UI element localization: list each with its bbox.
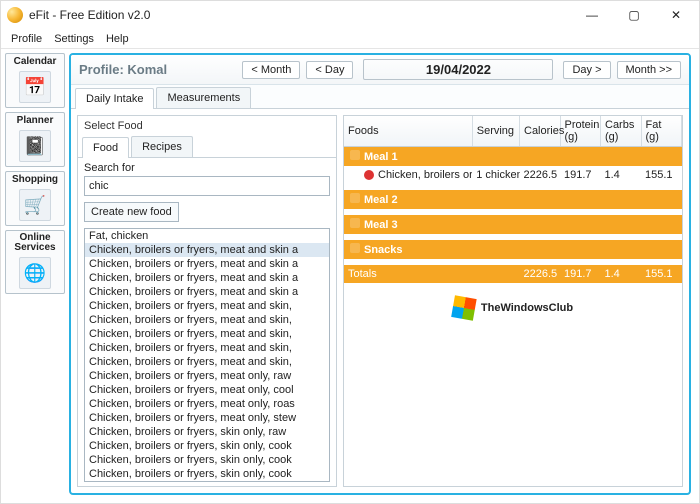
- calendar-icon: 📅: [19, 71, 51, 103]
- food-row[interactable]: Chicken, broilers or fryers, meat1 chick…: [344, 166, 682, 184]
- meal-row[interactable]: Meal 2: [344, 190, 682, 209]
- windows-logo-icon: [451, 296, 476, 321]
- food-result-item[interactable]: Chicken, broilers or fryers, meat only, …: [85, 411, 329, 425]
- column-header[interactable]: Calories: [520, 116, 561, 147]
- sidebar-item-label: Online Services: [8, 233, 62, 253]
- watermark: TheWindowsClub: [453, 297, 573, 319]
- globe-icon: 🌐: [19, 257, 51, 289]
- prev-day-button[interactable]: < Day: [306, 61, 353, 79]
- intake-table: FoodsServingCaloriesProtein (g)Carbs (g)…: [344, 116, 682, 283]
- titlebar: eFit - Free Edition v2.0 — ▢ ✕: [1, 1, 699, 29]
- food-result-item[interactable]: Chicken, broilers or fryers, meat and sk…: [85, 285, 329, 299]
- food-result-item[interactable]: Chicken, broilers or fryers, meat and sk…: [85, 313, 329, 327]
- profile-name: Profile: Komal: [79, 62, 167, 77]
- food-result-item[interactable]: Chicken, broilers or fryers, skin only, …: [85, 425, 329, 439]
- watermark-text: TheWindowsClub: [481, 302, 573, 314]
- food-result-item[interactable]: Chicken, broilers or fryers, meat and sk…: [85, 327, 329, 341]
- subtab-recipes[interactable]: Recipes: [131, 136, 193, 157]
- food-result-item[interactable]: Chicken, broilers or fryers, meat and sk…: [85, 243, 329, 257]
- menubar: Profile Settings Help: [1, 29, 699, 49]
- meal-row[interactable]: Meal 1: [344, 147, 682, 167]
- food-search-panel: Select Food Food Recipes Search for Crea…: [77, 115, 337, 487]
- food-result-item[interactable]: Chicken, broilers or fryers, meat and sk…: [85, 257, 329, 271]
- food-result-item[interactable]: Chicken, broilers or fryers, skin only, …: [85, 481, 329, 482]
- food-result-item[interactable]: Chicken, broilers or fryers, meat and sk…: [85, 355, 329, 369]
- food-result-item[interactable]: Chicken, broilers or fryers, skin only, …: [85, 467, 329, 481]
- food-result-item[interactable]: Chicken, broilers or fryers, meat and sk…: [85, 341, 329, 355]
- column-header[interactable]: Foods: [344, 116, 472, 147]
- window-title: eFit - Free Edition v2.0: [29, 8, 571, 22]
- column-header[interactable]: Carbs (g): [601, 116, 642, 147]
- next-month-button[interactable]: Month >>: [617, 61, 681, 79]
- select-food-label: Select Food: [78, 116, 336, 136]
- search-input[interactable]: [84, 176, 330, 196]
- sidebar-item-shopping[interactable]: Shopping 🛒: [5, 171, 65, 226]
- menu-settings[interactable]: Settings: [54, 33, 94, 45]
- sidebar-item-label: Calendar: [8, 56, 62, 67]
- app-icon: [7, 7, 23, 23]
- sidebar-item-label: Planner: [8, 115, 62, 126]
- food-result-item[interactable]: Chicken, broilers or fryers, skin only, …: [85, 453, 329, 467]
- meal-row[interactable]: Snacks: [344, 240, 682, 259]
- menu-help[interactable]: Help: [106, 33, 129, 45]
- date-display[interactable]: 19/04/2022: [363, 59, 553, 80]
- food-result-item[interactable]: Chicken, broilers or fryers, skin only, …: [85, 439, 329, 453]
- column-header[interactable]: Protein (g): [560, 116, 601, 147]
- prev-month-button[interactable]: < Month: [242, 61, 300, 79]
- next-day-button[interactable]: Day >: [563, 61, 610, 79]
- food-result-item[interactable]: Chicken, broilers or fryers, meat only, …: [85, 369, 329, 383]
- food-result-item[interactable]: Fat, chicken: [85, 229, 329, 243]
- top-tabs: Daily Intake Measurements: [71, 85, 689, 109]
- sidebar: Calendar 📅 Planner 📓 Shopping 🛒 Online S…: [5, 53, 65, 495]
- tab-daily-intake[interactable]: Daily Intake: [75, 88, 154, 109]
- sidebar-item-label: Shopping: [8, 174, 62, 185]
- planner-icon: 📓: [19, 130, 51, 162]
- subtab-food[interactable]: Food: [82, 137, 129, 158]
- food-result-item[interactable]: Chicken, broilers or fryers, meat and sk…: [85, 299, 329, 313]
- sidebar-item-planner[interactable]: Planner 📓: [5, 112, 65, 167]
- sidebar-item-online-services[interactable]: Online Services 🌐: [5, 230, 65, 294]
- column-header[interactable]: Serving: [472, 116, 519, 147]
- totals-row[interactable]: Totals2226.5191.71.4155.1: [344, 265, 682, 283]
- maximize-button[interactable]: ▢: [613, 1, 655, 29]
- menu-profile[interactable]: Profile: [11, 33, 42, 45]
- close-button[interactable]: ✕: [655, 1, 697, 29]
- main-panel: Profile: Komal < Month < Day 19/04/2022 …: [69, 53, 691, 495]
- food-result-item[interactable]: Chicken, broilers or fryers, meat and sk…: [85, 271, 329, 285]
- meal-row[interactable]: Meal 3: [344, 215, 682, 234]
- search-label: Search for: [84, 162, 330, 174]
- intake-table-panel: FoodsServingCaloriesProtein (g)Carbs (g)…: [343, 115, 683, 487]
- minimize-button[interactable]: —: [571, 1, 613, 29]
- profile-header: Profile: Komal < Month < Day 19/04/2022 …: [71, 55, 689, 85]
- sidebar-item-calendar[interactable]: Calendar 📅: [5, 53, 65, 108]
- column-header[interactable]: Fat (g): [641, 116, 682, 147]
- shopping-icon: 🛒: [19, 189, 51, 221]
- food-results-list[interactable]: Fat, chickenChicken, broilers or fryers,…: [84, 228, 330, 482]
- create-food-button[interactable]: Create new food: [84, 202, 179, 222]
- tab-measurements[interactable]: Measurements: [156, 87, 251, 108]
- food-result-item[interactable]: Chicken, broilers or fryers, meat only, …: [85, 383, 329, 397]
- food-result-item[interactable]: Chicken, broilers or fryers, meat only, …: [85, 397, 329, 411]
